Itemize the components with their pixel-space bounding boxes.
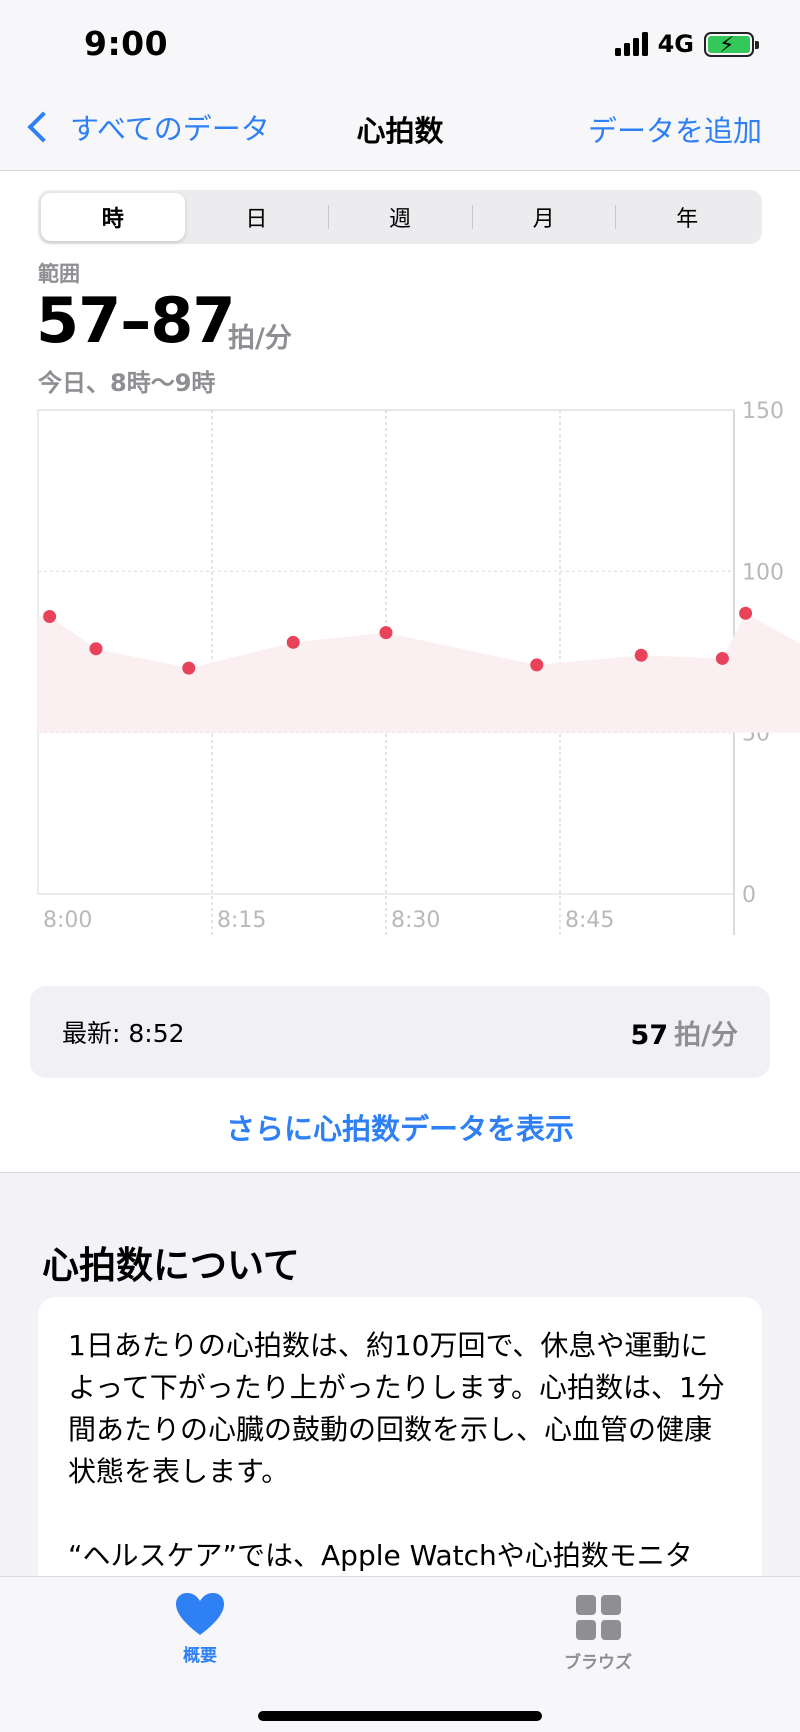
tab-summary-label: 概要	[183, 1646, 217, 1666]
about-title: 心拍数について	[42, 1244, 300, 1287]
tab-browse-label: ブラウズ	[564, 1653, 632, 1673]
segment-hour[interactable]: 時	[41, 193, 185, 241]
tab-browse[interactable]: ブラウズ	[538, 1591, 658, 1673]
show-more-heart-rate-link[interactable]: さらに心拍数データを表示	[0, 1106, 800, 1148]
y-tick-label: 0	[742, 883, 756, 908]
about-paragraph-1: 1日あたりの心拍数は、約10万回で、休息や運動によって下がったり上がったりします…	[68, 1329, 725, 1488]
segment-month[interactable]: 月	[471, 193, 616, 241]
tab-summary[interactable]: 概要	[140, 1591, 260, 1666]
heart-icon	[176, 1593, 224, 1635]
latest-value: 57	[630, 1019, 669, 1051]
segment-year[interactable]: 年	[615, 193, 759, 241]
add-data-button[interactable]: データを追加	[588, 108, 762, 150]
data-point	[43, 610, 57, 624]
x-tick-label: 8:00	[43, 908, 92, 933]
y-tick-label: 100	[742, 560, 784, 585]
latest-value-group: 57 拍/分	[631, 1013, 738, 1052]
data-point	[634, 648, 648, 662]
segment-day[interactable]: 日	[185, 193, 329, 241]
range-area	[38, 613, 800, 733]
data-point	[182, 661, 196, 675]
about-paragraph-2: “ヘルスケア”では、Apple Watchや心拍数モニタ	[68, 1539, 693, 1572]
grid-icon	[575, 1595, 621, 1640]
x-tick-label: 8:30	[391, 908, 440, 933]
home-indicator	[258, 1711, 542, 1721]
x-tick-label: 8:15	[217, 908, 266, 933]
data-point	[89, 642, 103, 656]
range-unit: 拍/分	[228, 323, 292, 354]
battery-icon: ⚡	[704, 31, 759, 58]
time-range-segmented-control: 時 日 週 月 年	[38, 190, 762, 244]
network-type: 4G	[657, 30, 694, 58]
charging-bolt-icon: ⚡	[719, 32, 735, 58]
segment-week[interactable]: 週	[328, 193, 472, 241]
y-tick-label: 150	[742, 400, 784, 424]
status-indicators: 4G ⚡	[614, 30, 759, 58]
x-tick-label: 8:45	[565, 908, 614, 933]
data-point	[379, 626, 393, 640]
data-point	[739, 606, 753, 620]
data-point	[715, 651, 729, 665]
top-bar: 9:00 4G ⚡ すべてのデータ 心拍数 データを追加	[0, 0, 800, 171]
data-point	[530, 658, 544, 672]
signal-icon	[614, 32, 648, 56]
tab-bar: 概要 ブラウズ	[0, 1576, 800, 1732]
latest-unit: 拍/分	[674, 1019, 738, 1051]
latest-time: 最新: 8:52	[62, 1019, 185, 1048]
data-point	[286, 635, 300, 649]
range-value: 57–87	[36, 284, 236, 357]
latest-reading-card[interactable]: 最新: 8:52 57 拍/分	[30, 986, 770, 1078]
range-time: 今日、8時〜9時	[38, 369, 216, 397]
status-time: 9:00	[84, 24, 169, 63]
heart-rate-chart[interactable]: 8:00 8:15 8:30 8:45150100500	[36, 400, 800, 940]
